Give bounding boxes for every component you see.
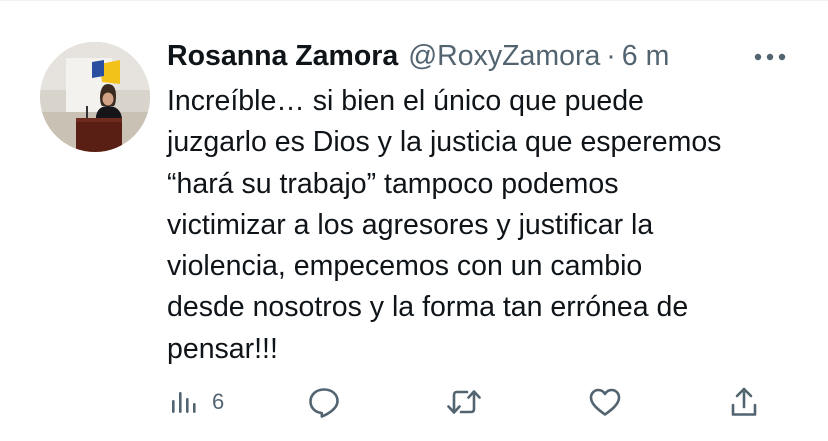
author-name[interactable]: Rosanna Zamora [167, 38, 398, 74]
tweet-text-line: violencia, empecemos con un cambio [167, 250, 643, 283]
timestamp[interactable]: 6 m [622, 38, 670, 74]
more-horizontal-icon [754, 53, 786, 61]
tweet-text-line: victimizar a los agresores y justificar … [167, 208, 654, 241]
avatar[interactable] [40, 42, 150, 152]
heart-icon [589, 388, 621, 416]
retweet-button[interactable] [446, 380, 482, 424]
tweet-text-line: desde nosotros y la forma tan errónea de [167, 291, 689, 324]
tweet[interactable]: Rosanna Zamora @RoxyZamora · 6 m Increíb… [0, 0, 828, 441]
tweet-text-line: “hará su trabajo” tampoco podemos [167, 167, 619, 200]
tweet-header: Rosanna Zamora @RoxyZamora · 6 m [167, 38, 669, 74]
tweet-text-line: Increíble… si bien el único que puede [167, 85, 644, 117]
reply-bubble-icon [309, 388, 339, 418]
tweet-text: Increíble… si bien el único que puede ju… [167, 81, 807, 370]
avatar-photo [40, 42, 150, 152]
retweet-icon [447, 390, 481, 414]
reply-button[interactable] [307, 380, 341, 424]
tweet-text-line: juzgarlo es Dios y la justicia que esper… [167, 126, 722, 159]
header-separator: · [606, 40, 616, 72]
tweet-text-line: pensar!!! [167, 332, 278, 365]
views-button[interactable]: 6 [170, 380, 224, 424]
action-bar: 6 [0, 380, 828, 424]
share-upload-icon [731, 387, 757, 416]
author-handle[interactable]: @RoxyZamora [408, 38, 600, 74]
analytics-bar-icon [172, 392, 196, 413]
like-button[interactable] [588, 380, 622, 424]
views-count: 6 [212, 389, 225, 414]
more-options-button[interactable] [750, 40, 790, 74]
share-button[interactable] [729, 380, 759, 424]
